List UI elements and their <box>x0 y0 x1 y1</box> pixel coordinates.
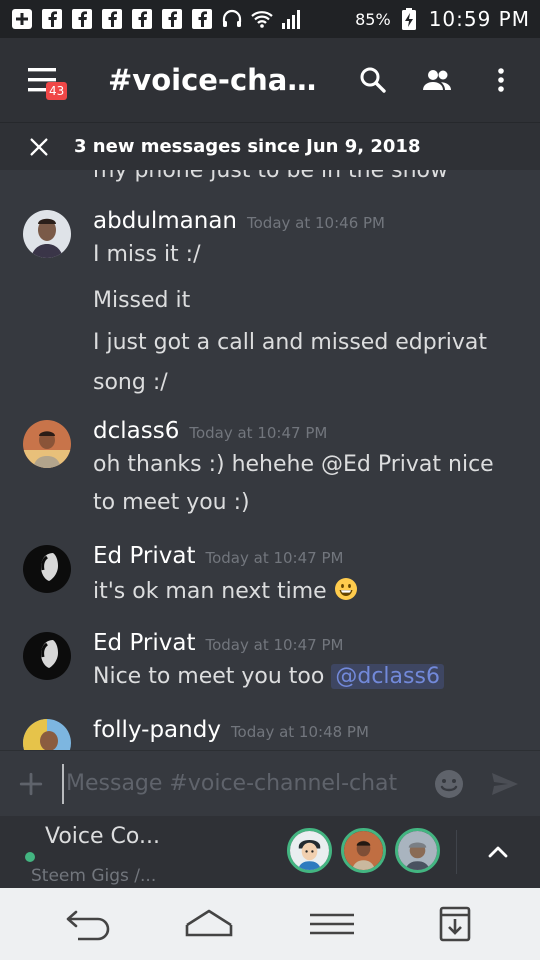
message-author[interactable]: Ed Privat <box>93 630 195 656</box>
wifi-icon <box>250 7 274 31</box>
avatar[interactable] <box>23 632 71 680</box>
message-text: song :/ <box>93 370 168 395</box>
add-attachment-button[interactable] <box>16 771 46 797</box>
voice-channel-name: Steem Gigs /... <box>31 866 157 886</box>
message-text: it's ok man next time <box>93 577 358 607</box>
voice-participant-avatar[interactable] <box>341 828 386 873</box>
facebook-icon <box>100 7 124 31</box>
facebook-icon <box>70 7 94 31</box>
avatar[interactable] <box>23 210 71 258</box>
close-icon[interactable] <box>24 132 54 162</box>
avatar[interactable] <box>23 719 71 750</box>
new-messages-banner[interactable]: 3 new messages since Jun 9, 2018 <box>0 122 540 170</box>
message-text: Missed it <box>93 288 191 313</box>
message-list[interactable]: my phone just to be in the show abdulman… <box>0 170 540 750</box>
home-button[interactable] <box>177 900 241 948</box>
system-navigation-bar <box>0 888 540 960</box>
message-timestamp: Today at 10:47 PM <box>205 549 344 567</box>
voice-connection-bar[interactable]: Voice Co... Steem Gigs /... <box>0 816 540 888</box>
send-button[interactable] <box>490 769 520 799</box>
user-mention[interactable]: @dclass6 <box>331 664 444 689</box>
search-icon[interactable] <box>356 63 390 97</box>
voice-status-title: Voice Co... <box>45 824 160 849</box>
plus-box-icon <box>10 7 34 31</box>
message-text: Nice to meet you too @dclass6 <box>93 664 444 689</box>
clock: 10:59 PM <box>428 7 530 31</box>
facebook-icon <box>40 7 64 31</box>
voice-connected-indicator <box>25 852 35 862</box>
download-box-icon <box>439 906 470 942</box>
status-bar: 85% 10:59 PM <box>0 0 540 38</box>
home-icon <box>185 909 232 937</box>
divider <box>456 830 457 874</box>
avatar[interactable] <box>23 545 71 593</box>
facebook-icon <box>160 7 184 31</box>
menu-button[interactable]: 43 <box>24 60 68 100</box>
message-input[interactable] <box>66 771 410 796</box>
plus-icon <box>19 772 43 795</box>
app-bar: 43 #voice-channel-chat <box>0 38 540 122</box>
back-arrow-icon <box>66 910 109 941</box>
message-text-content: it's ok man next time <box>93 579 327 604</box>
menu-lines-icon <box>309 913 354 935</box>
avatar[interactable] <box>23 420 71 468</box>
message-text: I just got a call and missed edprivat <box>93 330 488 355</box>
signal-icon <box>280 7 304 31</box>
members-icon[interactable] <box>420 63 454 97</box>
message-timestamp: Today at 10:47 PM <box>205 636 344 654</box>
grinning-face-emoji <box>334 577 358 607</box>
headset-icon <box>220 7 244 31</box>
message-timestamp: Today at 10:47 PM <box>189 424 328 442</box>
message-text: I miss it :/ <box>93 242 201 267</box>
message-timestamp: Today at 10:48 PM <box>230 723 369 741</box>
back-button[interactable] <box>54 900 118 948</box>
message-author[interactable]: Ed Privat <box>93 543 195 569</box>
notification-pull-button[interactable] <box>423 900 487 948</box>
message-timestamp: Today at 10:46 PM <box>247 214 385 232</box>
chevron-up-icon <box>488 846 508 858</box>
message-text: to meet you :) <box>93 490 250 515</box>
voice-participant-avatar[interactable] <box>287 828 332 873</box>
channel-title: #voice-channel-chat <box>108 63 326 97</box>
expand-voice-panel-button[interactable] <box>484 838 512 866</box>
send-icon <box>492 772 518 795</box>
message-author[interactable]: abdulmanan <box>93 208 237 234</box>
smiley-icon <box>435 769 463 798</box>
message-text: oh thanks :) hehehe @Ed Privat nice <box>93 452 494 477</box>
emoji-picker-button[interactable] <box>432 767 466 801</box>
more-vertical-icon[interactable] <box>484 63 518 97</box>
facebook-icon <box>190 7 214 31</box>
voice-participants <box>287 828 440 873</box>
facebook-icon <box>130 7 154 31</box>
voice-participant-avatar[interactable] <box>395 828 440 873</box>
message-author[interactable]: dclass6 <box>93 418 179 444</box>
message-text-content: Nice to meet you too <box>93 664 332 689</box>
battery-percent: 85% <box>355 9 391 29</box>
message-author[interactable]: folly-pandy <box>93 717 221 743</box>
menu-button-system[interactable] <box>300 900 364 948</box>
mention-count-badge: 43 <box>46 82 68 100</box>
message-composer <box>0 750 540 816</box>
message-text: my phone just to be in the show <box>93 170 448 183</box>
new-messages-text: 3 new messages since Jun 9, 2018 <box>74 136 421 157</box>
battery-charging-icon <box>397 7 421 31</box>
